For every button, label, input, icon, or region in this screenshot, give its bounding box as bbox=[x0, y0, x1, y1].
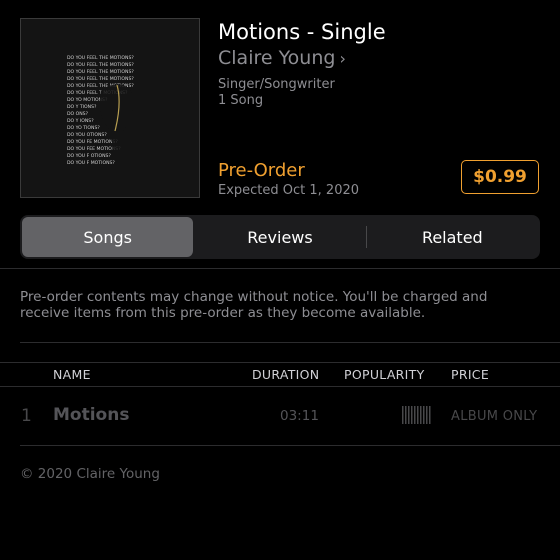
preorder-notice: Pre-order contents may change without no… bbox=[20, 289, 488, 321]
tab-reviews[interactable]: Reviews bbox=[194, 217, 365, 257]
price-button[interactable]: $0.99 bbox=[461, 160, 539, 194]
track-price: ALBUM ONLY bbox=[451, 409, 538, 424]
column-header-name[interactable]: NAME bbox=[53, 367, 91, 383]
divider bbox=[0, 386, 560, 387]
track-number: 1 bbox=[21, 406, 32, 426]
column-header-price[interactable]: PRICE bbox=[451, 367, 489, 383]
artwork-image: DO YOU FEEL THE MOTIONS? DO YOU FEEL THE… bbox=[21, 19, 199, 197]
track-name[interactable]: Motions bbox=[53, 405, 129, 425]
column-header-popularity[interactable]: POPULARITY bbox=[344, 367, 425, 383]
genre-label: Singer/Songwriter bbox=[218, 77, 335, 92]
chevron-right-icon[interactable]: › bbox=[339, 49, 345, 68]
divider bbox=[0, 362, 560, 363]
divider bbox=[20, 342, 560, 343]
svg-text:DO YOU FEEL THE MOTIONS?: DO YOU FEEL THE MOTIONS? bbox=[67, 62, 134, 68]
svg-text:DO YOU FEEL THE MOTIONS?: DO YOU FEEL THE MOTIONS? bbox=[67, 69, 134, 75]
svg-text:DO YOU FEEL THE MOTIONS?: DO YOU FEEL THE MOTIONS? bbox=[67, 76, 134, 82]
svg-text:DO YOU FE MOTIONS?: DO YOU FE MOTIONS? bbox=[67, 139, 118, 145]
column-header-duration[interactable]: DURATION bbox=[252, 367, 319, 383]
song-count: 1 Song bbox=[218, 93, 264, 108]
svg-text:DO YOU FEEL THE MOTIONS?: DO YOU FEEL THE MOTIONS? bbox=[67, 55, 134, 61]
tab-bar: Songs Reviews Related bbox=[20, 215, 540, 259]
tab-related[interactable]: Related bbox=[367, 217, 538, 257]
artist-link[interactable]: Claire Young › bbox=[218, 45, 346, 72]
svg-text:DO YOU OTIONS?: DO YOU OTIONS? bbox=[67, 132, 107, 138]
expected-date: Expected Oct 1, 2020 bbox=[218, 183, 360, 198]
album-artwork: DO YOU FEEL THE MOTIONS? DO YOU FEEL THE… bbox=[20, 18, 200, 198]
album-title: Motions - Single bbox=[218, 20, 386, 44]
svg-text:DO YOU F MOTIONS?: DO YOU F MOTIONS? bbox=[67, 160, 115, 166]
divider bbox=[20, 445, 560, 446]
svg-text:DO YO TIONS?: DO YO TIONS? bbox=[67, 125, 100, 131]
svg-text:DO YOU F OTIONS?: DO YOU F OTIONS? bbox=[67, 153, 111, 159]
artist-name[interactable]: Claire Young bbox=[218, 47, 335, 69]
preorder-label: Pre-Order bbox=[218, 160, 305, 181]
track-duration: 03:11 bbox=[280, 408, 319, 424]
album-page: DO YOU FEEL THE MOTIONS? DO YOU FEEL THE… bbox=[0, 0, 560, 560]
svg-text:DO Y IONS?: DO Y IONS? bbox=[67, 118, 94, 124]
svg-text:DO Y TIONS?: DO Y TIONS? bbox=[67, 104, 97, 110]
popularity-bars-icon bbox=[402, 406, 432, 424]
copyright-text: © 2020 Claire Young bbox=[20, 466, 160, 482]
tab-songs[interactable]: Songs bbox=[22, 217, 194, 257]
svg-text:DO ONS?: DO ONS? bbox=[67, 111, 89, 117]
divider bbox=[0, 268, 560, 269]
